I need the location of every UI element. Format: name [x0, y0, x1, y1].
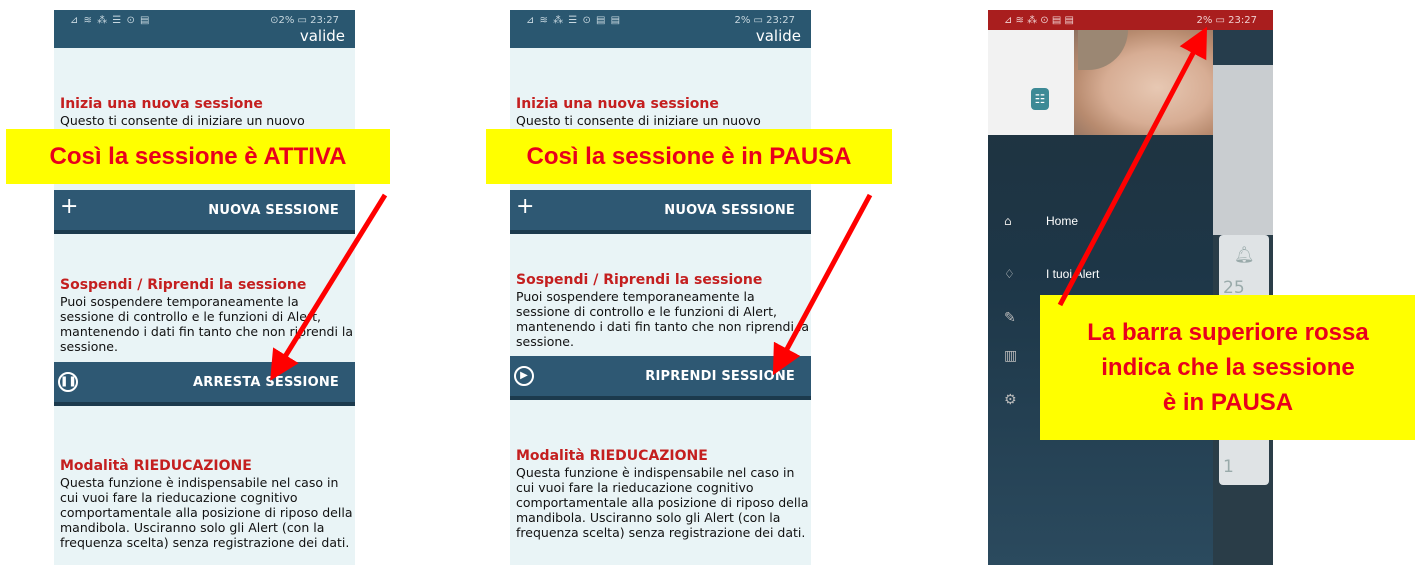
arrow-to-red-status-bar [1057, 26, 1208, 307]
annotation-arrows [270, 26, 1208, 381]
arrow-to-resume-button [772, 193, 873, 376]
arrow-to-stop-button [270, 193, 388, 381]
